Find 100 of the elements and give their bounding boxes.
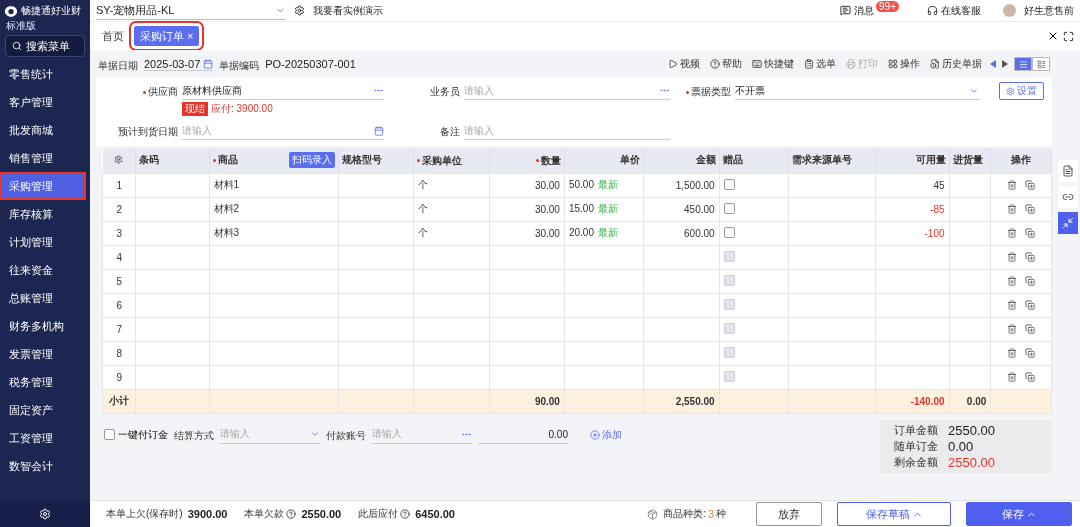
search-menu-button[interactable]: 搜索菜单 (5, 35, 85, 57)
column-header: 需求来源单号 (791, 153, 852, 168)
close-icon[interactable]: × (187, 30, 194, 42)
fullscreen-icon[interactable] (1063, 30, 1074, 42)
column-header: 进货量 (952, 153, 983, 168)
edition-label: 标准版 (5, 19, 37, 33)
field-label: 单据日期 (98, 58, 138, 73)
copy-icon[interactable] (1025, 300, 1036, 310)
toolbar-button[interactable]: 选单 (802, 57, 838, 71)
stat-value: 6450.00 (415, 508, 455, 520)
latest-price-tag: 最新 (597, 227, 618, 238)
toolbar-button[interactable]: 帮助 (708, 57, 744, 71)
stat-label: 本单上欠(保存时) (106, 507, 183, 521)
field-label: 票据类型 (686, 82, 731, 99)
toolbar-button[interactable]: 操作 (886, 57, 922, 71)
copy-icon[interactable] (1025, 372, 1036, 382)
field-label: 预计到货日期 (117, 125, 178, 139)
column-header: 数量 (540, 153, 561, 168)
delete-icon[interactable] (1007, 324, 1018, 334)
add-button[interactable]: 添加 (584, 426, 628, 443)
field-label: 单据编码 (219, 58, 260, 73)
demo-link[interactable]: 我要看实例演示 (313, 3, 383, 18)
org-select[interactable]: SY-宠物用品-KL (96, 1, 286, 20)
left-arrow-icon[interactable] (990, 60, 996, 68)
sidebar-item[interactable]: 发票管理 (0, 340, 90, 368)
printer-icon (846, 59, 856, 69)
copy-icon[interactable] (1025, 228, 1036, 238)
sidebar-item[interactable]: 往来资金 (0, 256, 90, 284)
amount-field[interactable]: 0.00 (478, 425, 568, 444)
row-number: 4 (102, 245, 136, 269)
settlement-tag: 现结 (182, 102, 208, 116)
sidebar-item[interactable]: 库存核算 (0, 200, 90, 228)
right-arrow-icon[interactable] (1002, 60, 1008, 68)
user-name[interactable]: 好生意售前 (1024, 3, 1074, 18)
copy-icon[interactable] (1025, 324, 1036, 334)
delete-icon[interactable] (1007, 252, 1018, 262)
sidebar-item[interactable]: 工资管理 (0, 424, 90, 452)
card-view-button[interactable] (1032, 57, 1050, 71)
table-cell: 材料3 (209, 221, 339, 245)
deposit-checkbox[interactable]: 一键付订金 (104, 427, 168, 442)
toolbar-button[interactable]: 历史单据 (928, 57, 984, 71)
subtotal-label: 小计 (102, 389, 136, 413)
date-field[interactable]: 2025-03-07 (144, 57, 214, 71)
copy-icon[interactable] (1025, 204, 1036, 214)
clipboard-icon (804, 59, 814, 69)
sidebar-item[interactable]: 销售管理 (0, 144, 90, 172)
toolbar-button[interactable]: 视频 (666, 57, 702, 71)
copy-icon[interactable] (1025, 180, 1036, 190)
table-cell: 15.00 (568, 203, 594, 214)
settings-icon[interactable] (294, 5, 305, 16)
sidebar-item[interactable]: 数智会计 (0, 452, 90, 480)
supplier-field[interactable]: 原材料供应商 (182, 82, 384, 100)
table-cell: -100 (875, 221, 949, 245)
delete-icon[interactable] (1007, 180, 1018, 190)
discard-button[interactable]: 放弃 (756, 502, 822, 526)
table-cell: 450.00 (643, 197, 720, 221)
close-icon[interactable] (1047, 30, 1059, 42)
service-link[interactable]: 在线客服 (927, 3, 981, 18)
sidebar-item[interactable]: 总账管理 (0, 284, 90, 312)
link-icon[interactable] (1058, 186, 1078, 208)
list-icon (1018, 59, 1028, 69)
checkbox[interactable] (723, 178, 735, 190)
document-icon[interactable] (1058, 160, 1078, 182)
list-view-button[interactable] (1014, 57, 1032, 71)
delete-icon[interactable] (1007, 204, 1018, 214)
copy-icon[interactable] (1025, 348, 1036, 358)
required-icon (686, 90, 689, 94)
save-draft-button[interactable]: 保存草稿 (837, 502, 951, 526)
toolbar-button[interactable]: 快捷键 (750, 57, 796, 71)
delete-icon[interactable] (1007, 300, 1018, 310)
invoice-type-select[interactable]: 不开票 (735, 82, 979, 100)
sidebar-item[interactable]: 税务管理 (0, 368, 90, 396)
copy-icon[interactable] (1025, 252, 1036, 262)
sidebar-item[interactable]: 批发商城 (0, 116, 90, 144)
scan-entry-button[interactable]: 扫码录入 (289, 152, 336, 169)
sidebar-item[interactable]: 计划管理 (0, 228, 90, 256)
settings-button[interactable]: 设置 (999, 82, 1044, 100)
sidebar-item[interactable]: 固定资产 (0, 396, 90, 424)
keyboard-icon (752, 59, 762, 69)
table-cell: 材料1 (209, 173, 339, 197)
delete-icon[interactable] (1007, 228, 1018, 238)
messages-link[interactable]: 消息 (840, 3, 875, 18)
sidebar-item[interactable]: 采购管理 (0, 172, 86, 200)
app-name: 畅捷通好业财 (21, 4, 81, 18)
avatar (1003, 4, 1016, 17)
calendar-icon (203, 58, 214, 69)
delete-icon[interactable] (1007, 372, 1018, 382)
required-icon (417, 159, 421, 162)
sidebar-item[interactable]: 零售统计 (0, 60, 90, 88)
delete-icon[interactable] (1007, 276, 1018, 286)
checkbox[interactable] (723, 226, 735, 238)
tab[interactable]: 首页 (96, 26, 130, 46)
checkbox[interactable] (723, 202, 735, 214)
save-button[interactable]: 保存 (966, 502, 1072, 526)
collapse-icon[interactable] (1058, 212, 1078, 234)
sidebar-item[interactable]: 客户管理 (0, 88, 90, 116)
copy-icon[interactable] (1025, 276, 1036, 286)
sidebar-item[interactable]: 财务多机构 (0, 312, 90, 340)
delete-icon[interactable] (1007, 348, 1018, 358)
summary-label: 剩余金额 (894, 454, 938, 470)
